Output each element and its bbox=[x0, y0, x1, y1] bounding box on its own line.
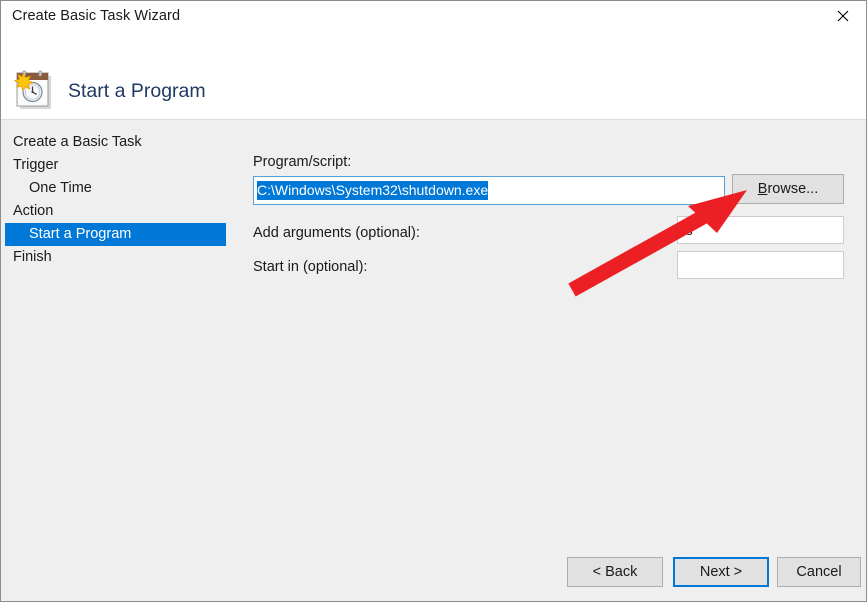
sidebar-item-one-time[interactable]: One Time bbox=[1, 177, 241, 200]
browse-button-accelerator: B bbox=[757, 181, 768, 197]
program-script-value: C:\Windows\System32\shutdown.exe bbox=[257, 181, 489, 200]
titlebar: Create Basic Task Wizard bbox=[1, 1, 866, 31]
cancel-button-label: Cancel bbox=[796, 564, 842, 580]
sidebar-item-create-a-basic-task[interactable]: Create a Basic Task bbox=[1, 131, 241, 154]
program-script-label: Program/script: bbox=[253, 154, 352, 170]
sidebar-item-finish[interactable]: Finish bbox=[1, 246, 241, 269]
next-button-label: Next > bbox=[699, 564, 743, 580]
sidebar-item-label: Trigger bbox=[13, 157, 59, 173]
page-title: Start a Program bbox=[68, 80, 206, 102]
program-script-input[interactable]: C:\Windows\System32\shutdown.exe bbox=[253, 176, 725, 205]
sidebar-item-trigger[interactable]: Trigger bbox=[1, 154, 241, 177]
wizard-header: Start a Program bbox=[1, 31, 866, 120]
cancel-button[interactable]: Cancel bbox=[777, 557, 861, 587]
close-icon[interactable] bbox=[820, 1, 866, 30]
sidebar-item-action[interactable]: Action bbox=[1, 200, 241, 223]
create-basic-task-wizard-window: Create Basic Task Wizard Start a Program… bbox=[0, 0, 867, 602]
start-in-label: Start in (optional): bbox=[253, 259, 368, 275]
wizard-step-list: Create a Basic Task Trigger One Time Act… bbox=[1, 131, 241, 269]
task-scheduler-clock-calendar-icon bbox=[13, 70, 59, 114]
add-arguments-label: Add arguments (optional): bbox=[253, 225, 420, 241]
browse-button[interactable]: Browse... bbox=[732, 174, 844, 204]
back-button-label: < Back bbox=[592, 564, 638, 580]
wizard-body: Create a Basic Task Trigger One Time Act… bbox=[1, 120, 866, 601]
add-arguments-input[interactable]: -s bbox=[677, 216, 844, 244]
sidebar-item-start-a-program[interactable]: Start a Program bbox=[1, 223, 241, 246]
sidebar-item-label: Start a Program bbox=[29, 226, 132, 242]
add-arguments-value: -s bbox=[681, 222, 693, 238]
start-in-input[interactable] bbox=[677, 251, 844, 279]
sidebar-item-label: One Time bbox=[29, 180, 92, 196]
sidebar-item-label: Create a Basic Task bbox=[13, 134, 142, 150]
window-title: Create Basic Task Wizard bbox=[12, 8, 181, 24]
sidebar-item-label: Action bbox=[13, 203, 54, 219]
back-button[interactable]: < Back bbox=[567, 557, 663, 587]
wizard-footer: < Back Next > Cancel bbox=[1, 547, 866, 601]
sidebar-item-label: Finish bbox=[13, 249, 52, 265]
next-button[interactable]: Next > bbox=[673, 557, 769, 587]
browse-button-label: rowse... bbox=[767, 181, 819, 197]
